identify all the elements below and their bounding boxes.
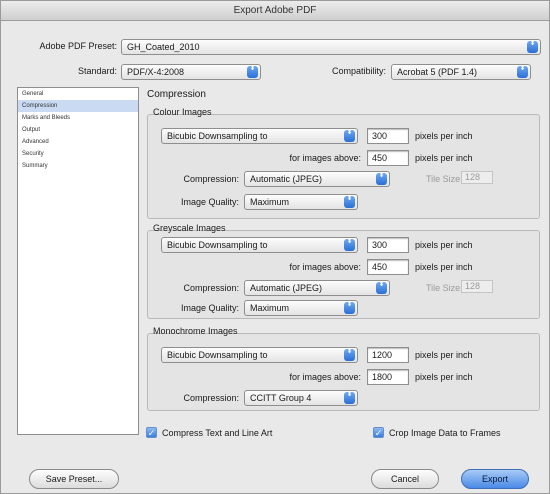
- export-button[interactable]: Export: [461, 469, 529, 489]
- greyscale-above-field[interactable]: 450: [367, 259, 409, 275]
- popup-arrows-icon: ⬍: [376, 281, 387, 294]
- popup-arrows-icon: ⬍: [344, 129, 355, 142]
- sidebar-item-general[interactable]: General: [18, 88, 138, 100]
- compatibility-popup[interactable]: Acrobat 5 (PDF 1.4) ⬍: [391, 64, 531, 80]
- crop-image-checkbox[interactable]: ✓: [373, 427, 384, 438]
- standard-value: PDF/X-4:2008: [127, 67, 185, 77]
- popup-arrows-icon: ⬍: [517, 65, 528, 78]
- greyscale-quality-value: Maximum: [250, 303, 290, 313]
- greyscale-tile-field: 128: [461, 280, 493, 293]
- monochrome-downsampling-popup[interactable]: Bicubic Downsampling to ⬍: [161, 347, 358, 363]
- preset-label: Adobe PDF Preset:: [39, 41, 117, 51]
- sidebar-item-compression[interactable]: Compression: [18, 100, 138, 112]
- sidebar-item-output[interactable]: Output: [18, 124, 138, 136]
- colour-compression-value: Automatic (JPEG): [250, 174, 323, 184]
- monochrome-above-label: for images above:: [289, 372, 361, 382]
- sidebar-item-summary[interactable]: Summary: [18, 160, 138, 172]
- greyscale-quality-popup[interactable]: Maximum ⬍: [244, 300, 358, 316]
- greyscale-tile-label: Tile Size:: [426, 283, 463, 293]
- compatibility-label: Compatibility:: [331, 66, 386, 76]
- colour-compression-popup[interactable]: Automatic (JPEG) ⬍: [244, 171, 390, 187]
- save-preset-button[interactable]: Save Preset...: [29, 469, 119, 489]
- monochrome-compression-value: CCITT Group 4: [250, 393, 312, 403]
- window-title: Export Adobe PDF: [1, 1, 549, 21]
- greyscale-compression-value: Automatic (JPEG): [250, 283, 323, 293]
- colour-quality-label: Image Quality:: [180, 197, 239, 207]
- colour-above-field[interactable]: 450: [367, 150, 409, 166]
- monochrome-above-field[interactable]: 1800: [367, 369, 409, 385]
- popup-arrows-icon: ⬍: [376, 172, 387, 185]
- colour-quality-popup[interactable]: Maximum ⬍: [244, 194, 358, 210]
- standard-label: Standard:: [77, 66, 117, 76]
- colour-tile-label: Tile Size:: [426, 174, 463, 184]
- colour-compression-label: Compression:: [183, 174, 239, 184]
- sidebar-item-marks-and-bleeds[interactable]: Marks and Bleeds: [18, 112, 138, 124]
- colour-above-label: for images above:: [289, 153, 361, 163]
- monochrome-above-unit: pixels per inch: [415, 372, 473, 382]
- greyscale-compression-popup[interactable]: Automatic (JPEG) ⬍: [244, 280, 390, 296]
- greyscale-ppi-unit: pixels per inch: [415, 240, 473, 250]
- compress-text-checkbox[interactable]: ✓: [146, 427, 157, 438]
- compress-text-label: Compress Text and Line Art: [162, 428, 273, 438]
- colour-downsampling-value: Bicubic Downsampling to: [167, 131, 268, 141]
- crop-image-label: Crop Image Data to Frames: [389, 428, 501, 438]
- greyscale-above-unit: pixels per inch: [415, 262, 473, 272]
- colour-tile-field: 128: [461, 171, 493, 184]
- sidebar: General Compression Marks and Bleeds Out…: [17, 87, 139, 435]
- popup-arrows-icon: ⬍: [344, 348, 355, 361]
- monochrome-ppi-unit: pixels per inch: [415, 350, 473, 360]
- greyscale-quality-label: Image Quality:: [180, 303, 239, 313]
- standard-popup[interactable]: PDF/X-4:2008 ⬍: [121, 64, 261, 80]
- colour-ppi-field[interactable]: 300: [367, 128, 409, 144]
- popup-arrows-icon: ⬍: [344, 238, 355, 251]
- greyscale-downsampling-value: Bicubic Downsampling to: [167, 240, 268, 250]
- popup-arrows-icon: ⬍: [344, 195, 355, 208]
- popup-arrows-icon: ⬍: [247, 65, 258, 78]
- sidebar-item-security[interactable]: Security: [18, 148, 138, 160]
- monochrome-ppi-field[interactable]: 1200: [367, 347, 409, 363]
- monochrome-images-title: Monochrome Images: [153, 326, 238, 336]
- colour-images-title: Colour Images: [153, 107, 212, 117]
- greyscale-downsampling-popup[interactable]: Bicubic Downsampling to ⬍: [161, 237, 358, 253]
- colour-above-unit: pixels per inch: [415, 153, 473, 163]
- section-title: Compression: [147, 89, 206, 100]
- greyscale-images-title: Greyscale Images: [153, 223, 226, 233]
- colour-quality-value: Maximum: [250, 197, 290, 207]
- sidebar-item-advanced[interactable]: Advanced: [18, 136, 138, 148]
- greyscale-ppi-field[interactable]: 300: [367, 237, 409, 253]
- monochrome-compression-popup[interactable]: CCITT Group 4 ⬍: [244, 390, 358, 406]
- colour-ppi-unit: pixels per inch: [415, 131, 473, 141]
- popup-arrows-icon: ⬍: [344, 301, 355, 314]
- greyscale-above-label: for images above:: [289, 262, 361, 272]
- monochrome-compression-label: Compression:: [183, 393, 239, 403]
- preset-value: GH_Coated_2010: [127, 42, 200, 52]
- popup-arrows-icon: ⬍: [344, 391, 355, 404]
- colour-downsampling-popup[interactable]: Bicubic Downsampling to ⬍: [161, 128, 358, 144]
- preset-popup[interactable]: GH_Coated_2010 ⬍: [121, 39, 541, 55]
- monochrome-downsampling-value: Bicubic Downsampling to: [167, 350, 268, 360]
- greyscale-compression-label: Compression:: [183, 283, 239, 293]
- popup-arrows-icon: ⬍: [527, 40, 538, 53]
- export-pdf-dialog: Export Adobe PDF Adobe PDF Preset: GH_Co…: [0, 0, 550, 494]
- compatibility-value: Acrobat 5 (PDF 1.4): [397, 67, 478, 77]
- cancel-button[interactable]: Cancel: [371, 469, 439, 489]
